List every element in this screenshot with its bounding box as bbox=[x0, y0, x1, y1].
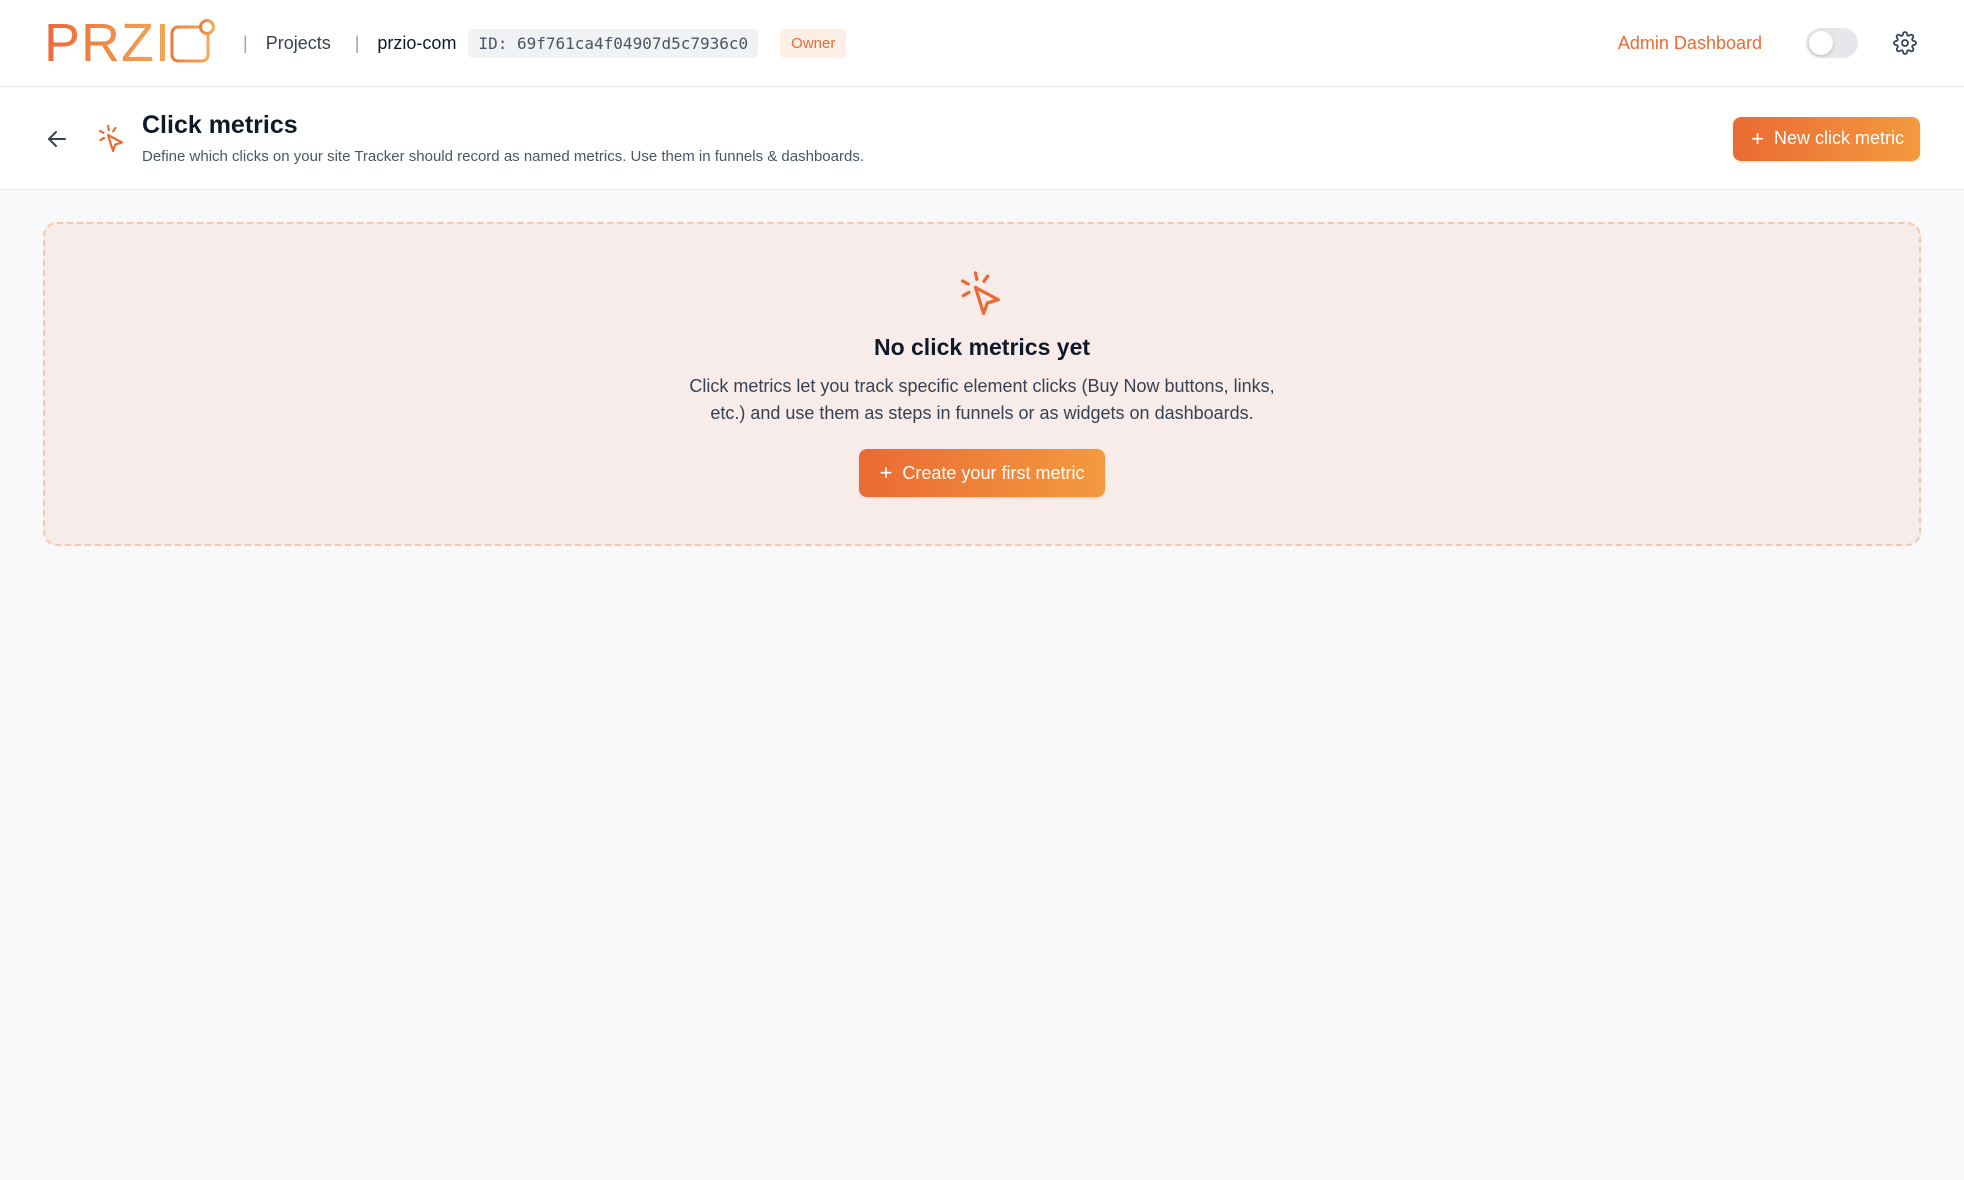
plus-icon: + bbox=[1751, 125, 1764, 151]
page-title: Click metrics bbox=[142, 111, 298, 140]
cursor-click-icon bbox=[98, 124, 124, 152]
logo-text: PRZI bbox=[44, 13, 172, 73]
header-text: Click metrics Define which clicks on you… bbox=[142, 112, 864, 165]
nav-separator: | bbox=[354, 32, 360, 53]
new-click-metric-button[interactable]: + New click metric bbox=[1733, 116, 1920, 161]
top-nav: PRZI | Projects | przio-com ID: 69f761ca… bbox=[0, 0, 1964, 87]
create-first-metric-button[interactable]: + Create your first metric bbox=[858, 449, 1106, 497]
theme-toggle[interactable] bbox=[1806, 28, 1858, 58]
toggle-knob bbox=[1809, 31, 1833, 55]
project-id: ID: 69f761ca4f04907d5c7936c0 bbox=[468, 28, 759, 58]
plus-icon: + bbox=[879, 460, 893, 485]
logo[interactable]: PRZI bbox=[44, 13, 219, 73]
back-button[interactable] bbox=[44, 126, 70, 152]
settings-button[interactable] bbox=[1890, 28, 1920, 58]
project-name: przio-com bbox=[377, 32, 457, 53]
gear-icon bbox=[1893, 31, 1917, 55]
nav-separator: | bbox=[243, 32, 248, 53]
projects-link[interactable]: Projects bbox=[266, 33, 331, 54]
arrow-left-icon bbox=[48, 130, 66, 147]
create-first-metric-label: Create your first metric bbox=[902, 462, 1085, 483]
note-icon bbox=[170, 19, 216, 63]
page-subtitle: Define which clicks on your site Tracker… bbox=[142, 147, 864, 165]
admin-dashboard-link[interactable]: Admin Dashboard bbox=[1618, 33, 1762, 54]
new-click-metric-label: New click metric bbox=[1773, 128, 1904, 148]
cursor-click-icon bbox=[960, 271, 1000, 316]
empty-state-title: No click metrics yet bbox=[873, 334, 1091, 360]
page-header: Click metrics Define which clicks on you… bbox=[0, 88, 1964, 190]
empty-state-description: Click metrics let you track specific ele… bbox=[689, 376, 1275, 423]
empty-state: No click metrics yet Click metrics let y… bbox=[43, 222, 1921, 546]
role-badge: Owner bbox=[780, 28, 847, 58]
